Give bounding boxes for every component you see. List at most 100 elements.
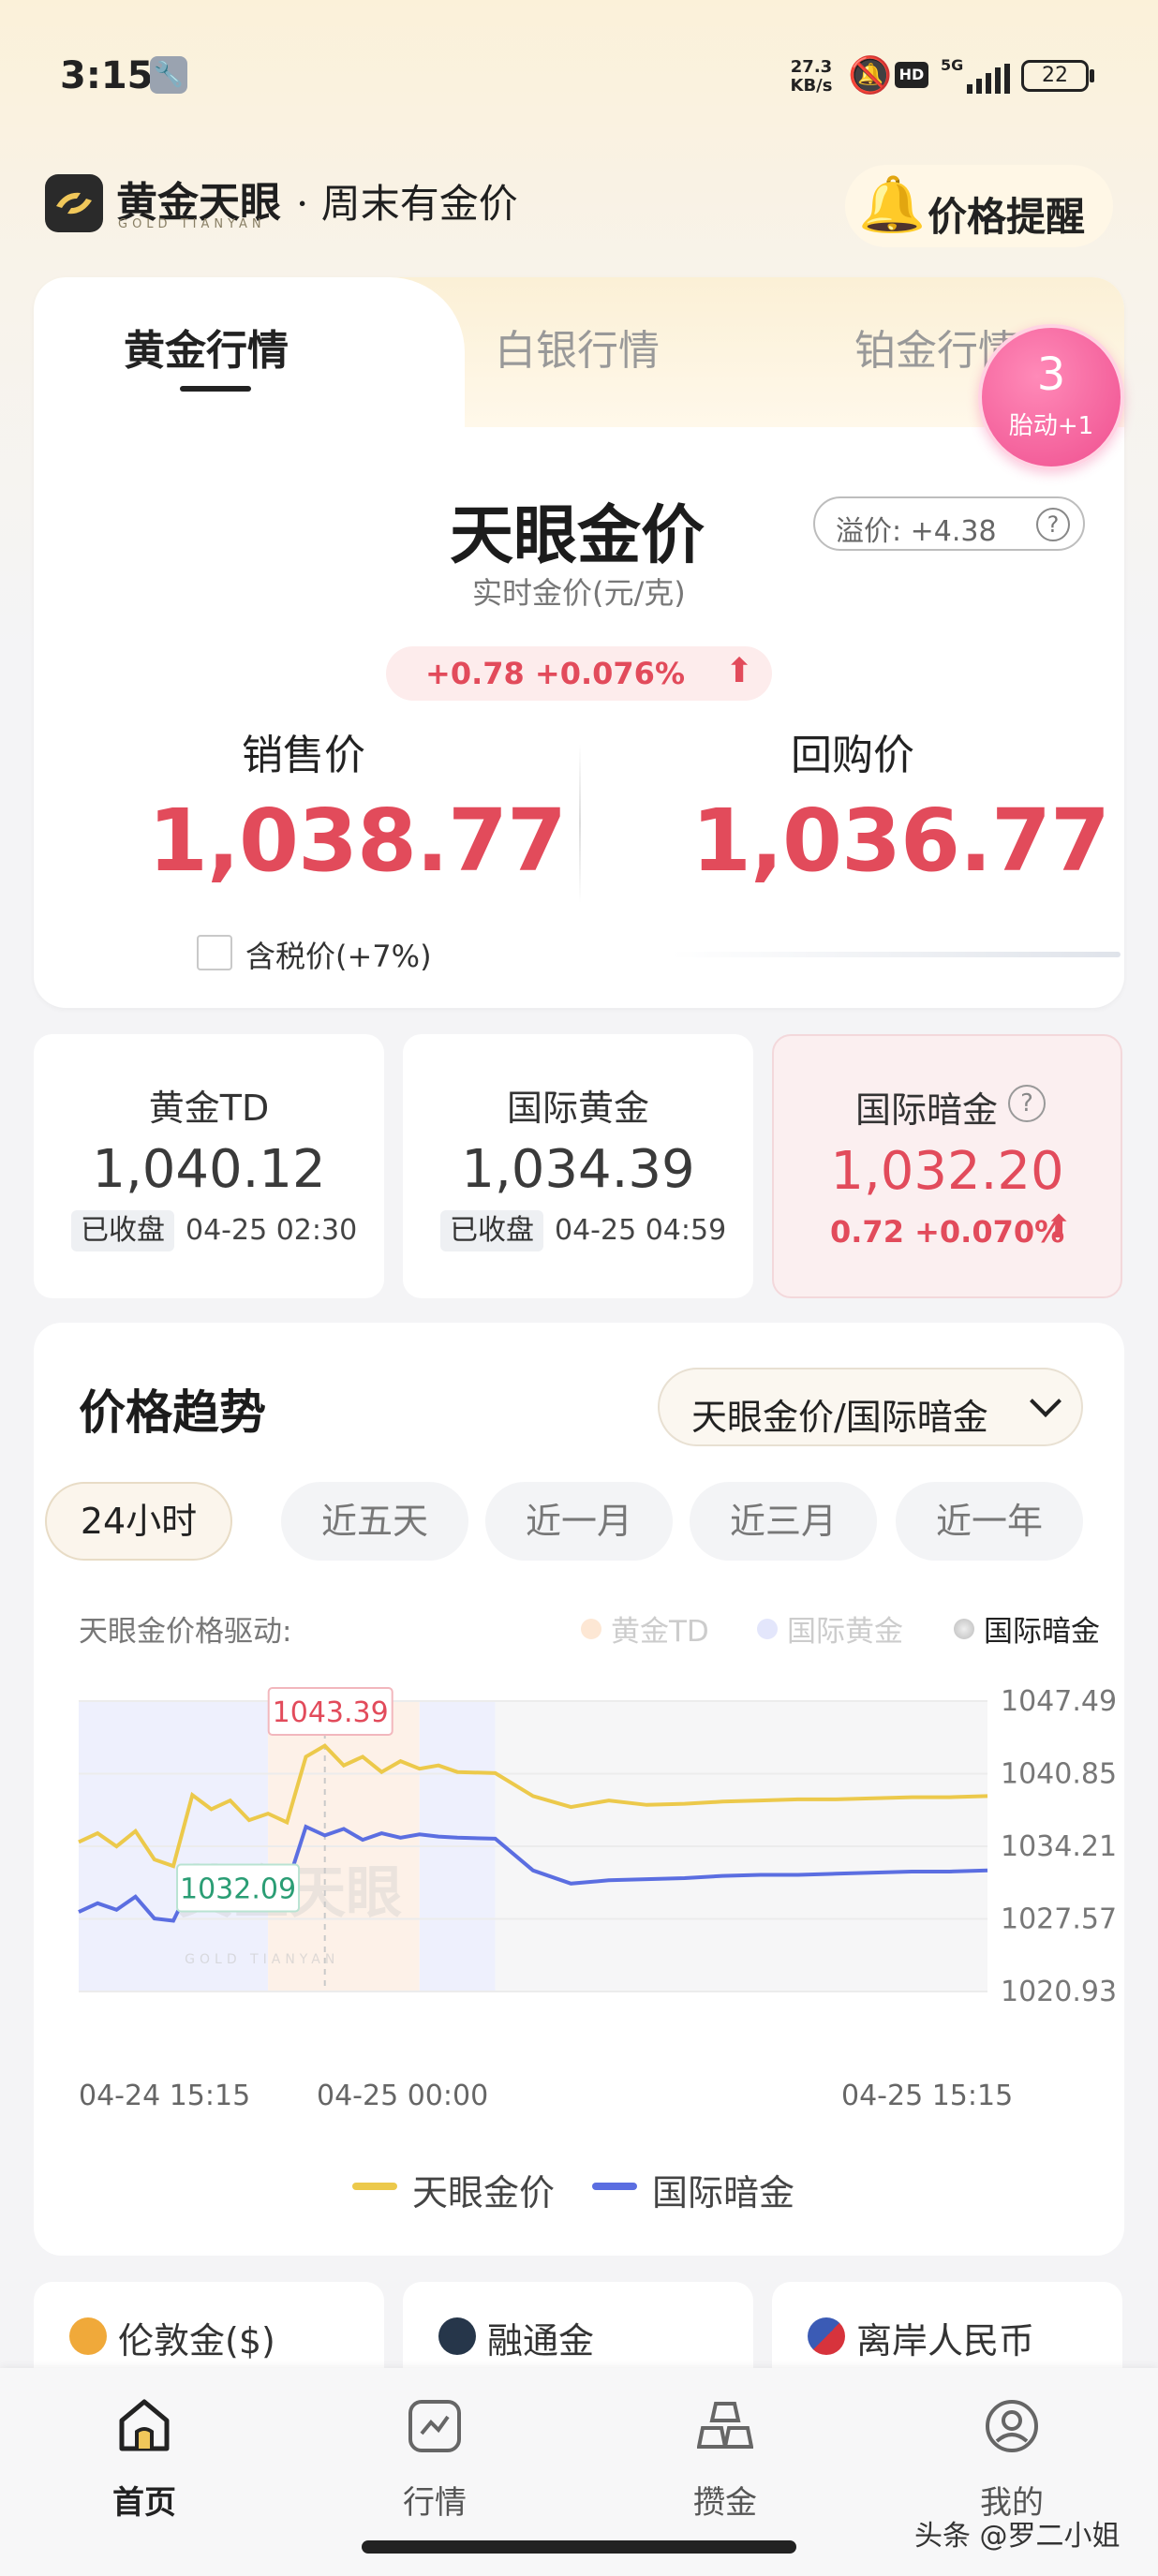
max-price-marker: 1043.39 — [267, 1687, 393, 1736]
card-price: 1,040.12 — [92, 1139, 326, 1200]
closed-tag: 已收盘 — [440, 1210, 543, 1251]
price-divider — [579, 744, 581, 903]
help-icon[interactable]: ? — [1036, 508, 1070, 541]
gold-td-card[interactable]: 黄金TD 1,040.12 已收盘 04-25 02:30 — [34, 1034, 384, 1298]
drive-label: 天眼金价格驱动: — [79, 1615, 292, 1649]
card-name: 国际暗金 — [854, 1089, 998, 1131]
price-trend-chart[interactable]: 黄金天眼GOLD TIANYAN 1043.391032.09 1047.491… — [34, 1679, 1124, 2072]
series-selector[interactable]: 天眼金价/国际暗金 — [658, 1368, 1083, 1446]
chevron-down-icon — [1030, 1385, 1062, 1417]
wrench-icon: 🔧 — [150, 56, 187, 94]
tab-gold[interactable]: 黄金行情 — [124, 317, 289, 377]
nav-label: 行情 — [403, 2484, 467, 2522]
nav-home[interactable]: 首页 — [60, 2394, 229, 2525]
battery-tip — [1090, 69, 1094, 82]
svg-text:1032.09: 1032.09 — [180, 1873, 296, 1905]
mute-bell-icon: 🔕 — [848, 54, 893, 96]
source-watermark: 头条 @罗二小姐 — [914, 2520, 1121, 2553]
range-24h[interactable]: 24小时 — [45, 1482, 232, 1561]
notification-bubble[interactable]: 3 胎动+1 — [978, 324, 1124, 470]
nav-profile[interactable]: 我的 — [928, 2394, 1096, 2525]
price-change-badge: +0.78 +0.076% ⬆ — [386, 646, 772, 701]
card-price: 1,032.20 — [830, 1141, 1064, 1202]
tax-checkbox-label[interactable]: 含税价(+7%) — [245, 933, 432, 976]
range-5d[interactable]: 近五天 — [281, 1482, 468, 1561]
card-label: 离岸人民币 — [856, 2320, 1035, 2361]
legend-item-dark[interactable]: 国际暗金 — [984, 1607, 1100, 1650]
x-tick-label: 04-25 15:15 — [841, 2080, 1014, 2112]
nav-label: 首页 — [112, 2484, 176, 2522]
nav-market[interactable]: 行情 — [350, 2394, 519, 2525]
card-label: 融通金 — [487, 2320, 595, 2361]
legend-swatch-dark-gold — [592, 2183, 637, 2190]
series-selector-label: 天眼金价/国际暗金 — [691, 1397, 988, 1438]
card-time: 04-25 04:59 — [555, 1214, 727, 1247]
signal-icon: 5G — [941, 54, 1010, 96]
legend-item-td[interactable]: 黄金TD — [611, 1607, 709, 1650]
intl-dark-gold-card[interactable]: 国际暗金 ? 1,032.20 0.72 +0.070% ⬆ — [772, 1034, 1122, 1298]
bubble-text: 胎动+1 — [1008, 412, 1094, 440]
y-tick-label: 1020.93 — [1001, 1976, 1117, 2008]
up-arrow-icon: ⬆ — [1046, 1208, 1073, 1246]
bubble-count: 3 — [1036, 348, 1066, 401]
legend-item-intl[interactable]: 国际黄金 — [787, 1607, 903, 1650]
legend-dot-td — [581, 1619, 601, 1639]
help-icon[interactable]: ? — [1008, 1085, 1046, 1122]
range-1y[interactable]: 近一年 — [896, 1482, 1083, 1561]
hd-badge: HD — [895, 62, 928, 88]
svg-text:1043.39: 1043.39 — [273, 1696, 389, 1729]
rongtong-logo-icon — [438, 2317, 476, 2355]
home-indicator[interactable] — [362, 2540, 796, 2554]
card-name: 黄金TD — [148, 1088, 270, 1129]
y-tick-label: 1047.49 — [1001, 1685, 1117, 1718]
coin-icon — [69, 2317, 107, 2355]
nav-label: 攒金 — [693, 2484, 757, 2522]
price-alert-button[interactable]: 🔔 价格提醒 — [845, 165, 1113, 247]
card-time: 04-25 02:30 — [186, 1214, 358, 1247]
range-3m[interactable]: 近三月 — [690, 1482, 877, 1561]
x-axis-labels: 04-24 15:15 04-25 00:00 04-25 15:15 — [79, 2080, 1053, 2117]
status-time: 3:15 — [60, 54, 154, 97]
tab-silver[interactable]: 白银行情 — [495, 317, 660, 377]
y-tick-label: 1040.85 — [1001, 1758, 1117, 1791]
price-change-value: +0.78 +0.076% — [425, 656, 685, 691]
up-arrow-icon: ⬆ — [725, 652, 754, 690]
metal-tabs: 黄金行情 白银行情 铂金行情 — [34, 277, 1124, 427]
min-price-marker: 1032.09 — [176, 1863, 301, 1913]
brand-slogan: · 周末有金价 — [296, 181, 518, 227]
price-card: 黄金行情 白银行情 铂金行情 天眼金价 实时金价(元/克) 溢价: +4.38 … — [34, 277, 1124, 1008]
premium-badge[interactable]: 溢价: +4.38 ? — [813, 496, 1085, 551]
trend-title: 价格趋势 — [79, 1385, 266, 1440]
drive-legend: 天眼金价格驱动: 黄金TD 国际黄金 国际暗金 — [79, 1604, 1100, 1651]
network-speed-value: 27.3 — [790, 57, 833, 77]
price-subtitle: 实时金价(元/克) — [472, 575, 686, 611]
y-tick-label: 1034.21 — [1001, 1830, 1117, 1863]
legend-swatch-tianyan — [352, 2183, 397, 2190]
intl-gold-card[interactable]: 国际黄金 1,034.39 已收盘 04-25 04:59 — [403, 1034, 753, 1298]
legend-dot-intl — [757, 1619, 778, 1639]
range-1m[interactable]: 近一月 — [485, 1482, 673, 1561]
home-icon — [119, 2399, 170, 2451]
brand-name-en: GOLD TIANYAN — [118, 217, 266, 231]
nav-save-gold[interactable]: 攒金 — [641, 2394, 809, 2525]
card-price: 1,034.39 — [461, 1139, 695, 1200]
chart-watermark-en: GOLD TIANYAN — [185, 1952, 339, 1967]
gold-bars-icon — [697, 2402, 753, 2449]
chart-legend: 天眼金价 国际暗金 — [352, 2162, 858, 2213]
x-tick-label: 04-24 15:15 — [79, 2080, 251, 2112]
network-speed-unit: KB/s — [790, 76, 833, 96]
active-tab-indicator — [180, 386, 251, 392]
card-change: 0.72 +0.070% — [830, 1214, 1065, 1250]
y-tick-label: 1027.57 — [1001, 1903, 1117, 1936]
premium-label: 溢价: +4.38 — [836, 515, 997, 548]
brand-logo-icon — [45, 174, 103, 232]
price-trend-card: 价格趋势 天眼金价/国际暗金 24小时 近五天 近一月 近三月 近一年 天眼金价… — [34, 1323, 1124, 2256]
tax-checkbox[interactable] — [197, 935, 232, 970]
scroll-hint-bar — [671, 952, 1121, 957]
legend-label-dark-gold: 国际暗金 — [652, 2172, 795, 2213]
network-type: 5G — [941, 56, 964, 74]
sale-price-value: 1,038.77 — [148, 791, 567, 891]
card-label: 伦敦金($) — [118, 2320, 275, 2361]
battery-icon: 22 — [1021, 60, 1089, 92]
sale-price-label: 销售价 — [242, 732, 365, 779]
